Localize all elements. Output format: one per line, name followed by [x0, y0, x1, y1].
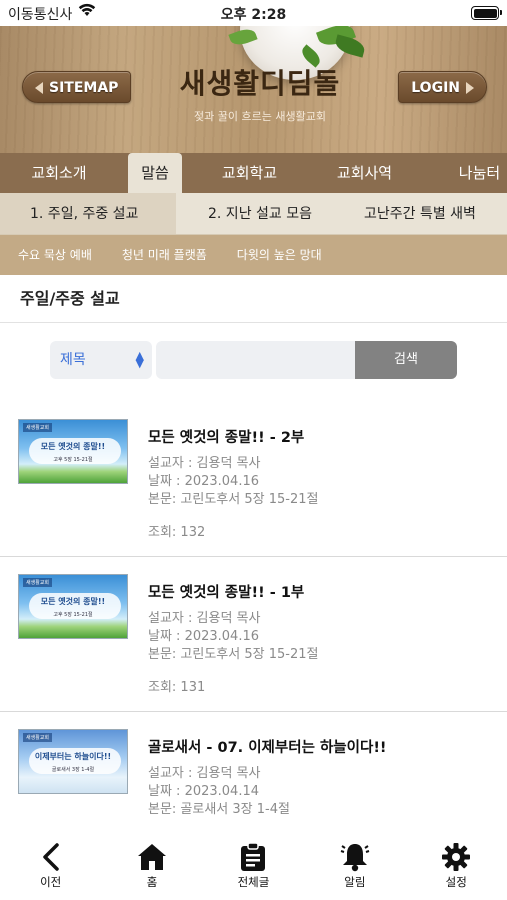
arrow-left-icon [35, 82, 43, 94]
sermon-preacher: 설교자 : 김용덕 목사 [148, 766, 261, 781]
menu-item-intro[interactable]: 교회소개 [0, 153, 118, 193]
clock: 오후 2:28 [220, 7, 287, 23]
tab-label: 전체글 [237, 875, 270, 889]
list-item[interactable]: 새생활교회 모든 옛것의 종말!! 고후 5장 15-21절 모든 옛것의 종말… [0, 402, 507, 557]
tab-label: 설정 [445, 875, 467, 889]
brand-slogan: 젖과 꿀이 흐르는 새생활교회 [194, 110, 326, 123]
chevron-updown-icon: ▲ ▼ [135, 349, 144, 370]
brand-name: 새생활디딤돌 [179, 67, 341, 100]
main-menu: 교회소개 말씀 교회학교 교회사역 나눔터 [0, 153, 507, 193]
battery-icon [471, 6, 502, 20]
menu-item-ministry[interactable]: 교회사역 [307, 153, 422, 193]
tab-all-posts[interactable]: 전체글 [213, 830, 293, 900]
thumbnail-subtitle: 골로새서 3장 1-4절 [51, 767, 95, 773]
sitemap-button[interactable]: SITEMAP [22, 71, 132, 103]
sermon-title[interactable]: 모든 옛것의 종말!! - 1부 [148, 581, 304, 602]
sermon-title[interactable]: 모든 옛것의 종말!! - 2부 [148, 426, 304, 447]
tab-back[interactable]: 이전 [11, 830, 91, 900]
arrow-right-icon [466, 82, 474, 94]
list-item[interactable]: 새생활교회 모든 옛것의 종말!! 고후 5장 15-21절 모든 옛것의 종말… [0, 557, 507, 712]
thumbnail-subtitle: 고후 5장 15-21절 [53, 457, 93, 463]
sermon-preacher: 설교자 : 김용덕 목사 [148, 456, 261, 471]
search-field-select[interactable]: 제목 ▲ ▼ [50, 341, 152, 379]
sermon-thumbnail[interactable]: 새생활교회 이제부터는 하늘이다!! 골로새서 3장 1-4절 [18, 729, 128, 794]
submenu-item-sunday[interactable]: 1. 주일, 주중 설교 [0, 193, 176, 234]
sermon-title[interactable]: 골로새서 - 07. 이제부터는 하늘이다!! [148, 736, 387, 757]
back-icon [11, 842, 91, 872]
thumbnail-subtitle: 고후 5장 15-21절 [53, 612, 93, 618]
status-bar: 이동통신사 오후 2:28 [0, 0, 507, 26]
login-label: LOGIN [411, 80, 460, 96]
submenu-item-wednesday[interactable]: 수요 묵상 예배 [0, 235, 107, 275]
gear-icon [416, 842, 496, 872]
clipboard-icon [213, 842, 293, 872]
thumbnail-title: 이제부터는 하늘이다!! [34, 752, 112, 761]
search-input[interactable] [156, 341, 356, 379]
sermon-scripture: 본문: 고린도후서 5장 15-21절 [148, 492, 319, 507]
brand-logo[interactable]: 새생활디딤돌 젖과 꿀이 흐르는 새생활교회 [170, 62, 350, 124]
menu-item-sermon[interactable]: 말씀 [128, 153, 182, 193]
header-banner: SITEMAP 새생활디딤돌 젖과 꿀이 흐르는 새생활교회 LOGIN [0, 26, 507, 153]
search-bar: 제목 ▲ ▼ 검색 [50, 341, 457, 379]
submenu-item-tower[interactable]: 다윗의 높은 망대 [222, 235, 337, 275]
thumbnail-logo: 새생활교회 [23, 423, 53, 432]
bottom-tab-bar: 이전 홈 전체글 알림 설정 [0, 830, 507, 900]
tab-settings[interactable]: 설정 [416, 830, 496, 900]
sermon-views: 조회: 131 [148, 680, 206, 695]
submenu-item-youth[interactable]: 청년 미래 플랫폼 [107, 235, 222, 275]
tab-notifications[interactable]: 알림 [315, 830, 395, 900]
sermon-preacher: 설교자 : 김용덕 목사 [148, 611, 261, 626]
submenu-item-archive[interactable]: 2. 지난 설교 모음 [176, 193, 350, 234]
login-button[interactable]: LOGIN [398, 71, 487, 103]
sermon-date: 날짜 : 2023.04.16 [148, 629, 259, 644]
thumbnail-logo: 새생활교회 [23, 578, 53, 587]
sermon-date: 날짜 : 2023.04.14 [148, 784, 259, 799]
search-field-label: 제목 [60, 352, 86, 368]
sermon-list: 새생활교회 모든 옛것의 종말!! 고후 5장 15-21절 모든 옛것의 종말… [0, 402, 507, 867]
thumbnail-logo: 새생활교회 [23, 733, 53, 742]
sub-menu: 1. 주일, 주중 설교 2. 지난 설교 모음 고난주간 특별 새벽 [0, 193, 507, 235]
thumbnail-title: 모든 옛것의 종말!! [40, 597, 106, 606]
sermon-scripture: 본문: 골로새서 3장 1-4절 [148, 802, 290, 817]
thumbnail-title: 모든 옛것의 종말!! [40, 442, 106, 451]
bell-icon [315, 842, 395, 872]
sermon-thumbnail[interactable]: 새생활교회 모든 옛것의 종말!! 고후 5장 15-21절 [18, 419, 128, 484]
tab-home[interactable]: 홈 [112, 830, 192, 900]
tab-label: 이전 [40, 875, 62, 889]
home-icon [112, 842, 192, 872]
page-title: 주일/주중 설교 [0, 275, 507, 323]
tab-label: 홈 [146, 875, 158, 889]
menu-item-sharing[interactable]: 나눔터 [422, 153, 507, 193]
search-button[interactable]: 검색 [355, 341, 457, 379]
sermon-date: 날짜 : 2023.04.16 [148, 474, 259, 489]
menu-item-school[interactable]: 교회학교 [192, 153, 307, 193]
sermon-thumbnail[interactable]: 새생활교회 모든 옛것의 종말!! 고후 5장 15-21절 [18, 574, 128, 639]
submenu-item-holyweek[interactable]: 고난주간 특별 새벽 [350, 193, 490, 234]
tab-label: 알림 [344, 875, 366, 889]
sermon-scripture: 본문: 고린도후서 5장 15-21절 [148, 647, 319, 662]
sitemap-label: SITEMAP [49, 80, 119, 96]
sermon-views: 조회: 132 [148, 525, 206, 540]
sub-sub-menu: 수요 묵상 예배 청년 미래 플랫폼 다윗의 높은 망대 [0, 235, 507, 275]
